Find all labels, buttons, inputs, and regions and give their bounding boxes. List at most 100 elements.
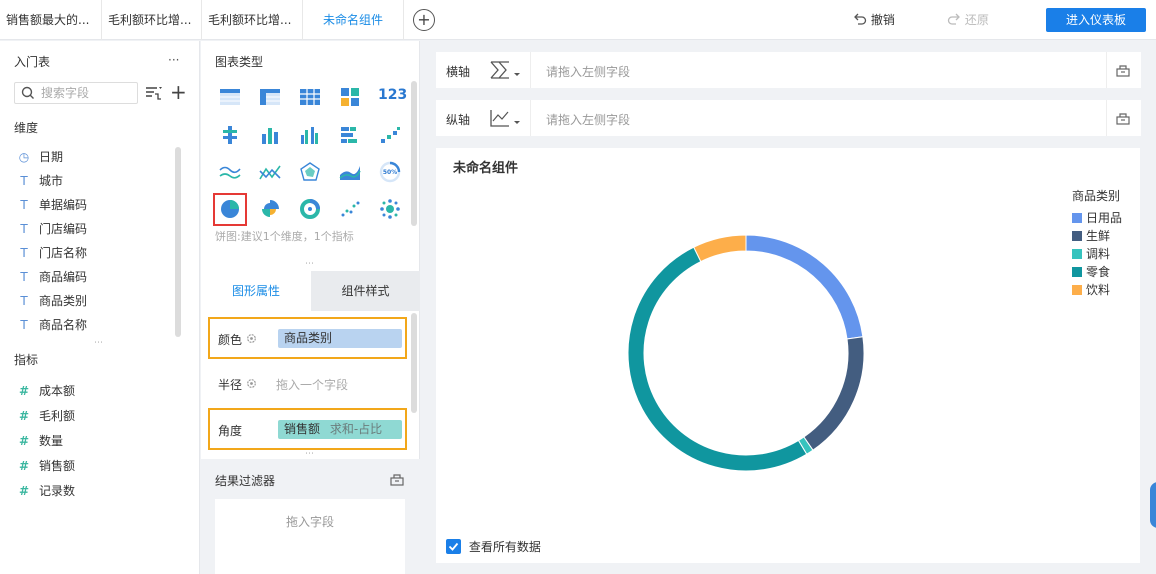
props-scrollbar[interactable] (411, 313, 417, 413)
number-type-icon: # (18, 384, 30, 398)
filter-drop-zone[interactable]: 拖入字段 (215, 499, 405, 574)
gauge-icon[interactable]: 50% (379, 161, 401, 183)
area-chart-icon[interactable] (339, 161, 361, 183)
field-label: 单据编码 (39, 198, 88, 212)
split-handle[interactable]: ⋯ (305, 450, 314, 459)
y-axis-type-icon[interactable] (489, 108, 523, 128)
undo-icon (854, 13, 867, 25)
color-property-row[interactable]: 颜色 商品类别 (208, 317, 407, 359)
color-field-pill[interactable]: 商品类别 (278, 329, 402, 348)
x-axis-row[interactable]: 横轴 请拖入左侧字段 (436, 52, 1141, 88)
grouped-bar-icon[interactable] (299, 124, 321, 146)
filter-setting-icon[interactable] (390, 472, 404, 486)
field-sales[interactable]: # 销售额 (16, 456, 75, 476)
redo-label: 还原 (964, 13, 989, 27)
add-tab-button[interactable]: + (413, 9, 435, 31)
split-handle[interactable]: ⋯ (94, 339, 103, 348)
y-axis-setting-icon[interactable] (1116, 111, 1130, 125)
field-product-code[interactable]: T 商品编码 (16, 267, 87, 287)
angle-label: 角度 (218, 424, 243, 438)
tab-unnamed-component[interactable]: 未命名组件 (303, 0, 404, 40)
radar-chart-icon[interactable] (299, 161, 321, 183)
color-table-icon[interactable] (339, 86, 361, 108)
undo-label: 撤销 (870, 13, 895, 27)
field-record-count[interactable]: # 记录数 (16, 481, 75, 501)
floating-assistant-button[interactable] (1150, 482, 1156, 528)
color-label: 颜色 (218, 333, 243, 347)
legend-item[interactable]: 日用品 (1072, 209, 1122, 227)
divider (530, 52, 531, 88)
dimension-scrollbar[interactable] (175, 147, 181, 337)
x-axis-type-icon[interactable] (489, 60, 523, 80)
redo-button[interactable]: 还原 (947, 0, 989, 40)
field-store-code[interactable]: T 门店编码 (16, 219, 87, 239)
bar-chart-icon[interactable] (259, 124, 281, 146)
undo-button[interactable]: 撤销 (853, 0, 895, 40)
settings-gear-icon[interactable] (246, 378, 257, 389)
kpi-icon[interactable]: 123 (378, 87, 407, 109)
rose-pie-icon[interactable] (259, 198, 281, 220)
field-product-category[interactable]: T 商品类别 (16, 291, 87, 311)
donut-slice-4[interactable] (627, 246, 808, 472)
line-chart-icon[interactable] (219, 161, 241, 183)
legend-item[interactable]: 调料 (1072, 245, 1122, 263)
donut-slice-5[interactable] (693, 234, 747, 263)
field-quantity[interactable]: # 数量 (16, 431, 63, 451)
donut-chart-icon[interactable] (299, 198, 321, 220)
number-type-icon: # (18, 434, 30, 448)
search-icon (21, 86, 34, 99)
tab-component-style[interactable]: 组件样式 (311, 271, 420, 311)
filter-section: 结果过滤器 拖入字段 (201, 459, 420, 574)
table-chart-icon[interactable] (219, 86, 241, 108)
waterfall-icon[interactable] (379, 124, 401, 146)
chart-type-scrollbar[interactable] (411, 81, 417, 226)
field-product-name[interactable]: T 商品名称 (16, 315, 87, 335)
stacked-bar-icon[interactable] (219, 124, 241, 146)
cross-table-icon[interactable] (259, 86, 281, 108)
field-settings-icon[interactable] (145, 85, 163, 101)
legend-swatch (1072, 231, 1082, 241)
field-gross-profit[interactable]: # 毛利额 (16, 406, 75, 426)
detail-table-icon[interactable] (299, 86, 321, 108)
view-all-data-checkbox[interactable]: 查看所有数据 (446, 538, 541, 556)
field-cost[interactable]: # 成本额 (16, 381, 75, 401)
field-store-name[interactable]: T 门店名称 (16, 243, 87, 263)
field-date[interactable]: ◷ 日期 (16, 147, 63, 167)
search-input[interactable]: 搜索字段 (14, 82, 138, 104)
field-label: 毛利额 (39, 409, 76, 423)
legend-item[interactable]: 生鲜 (1072, 227, 1122, 245)
settings-gear-icon[interactable] (246, 333, 257, 344)
field-label: 商品类别 (39, 294, 88, 308)
angle-field-pill[interactable]: 销售额 求和-占比 (278, 420, 402, 439)
angle-property-row[interactable]: 角度 销售额 求和-占比 (208, 408, 407, 450)
text-type-icon: T (20, 198, 28, 212)
text-type-icon: T (20, 222, 28, 236)
legend: 日用品 生鲜 调料零食饮料 (1072, 209, 1122, 299)
polyline-chart-icon[interactable] (259, 161, 281, 183)
field-doc-code[interactable]: T 单据编码 (16, 195, 87, 215)
tab-gross-profit-mom-1[interactable]: 毛利额环比增... (102, 0, 202, 40)
pie-chart-icon[interactable] (219, 198, 241, 220)
legend-item[interactable]: 零食 (1072, 263, 1122, 281)
legend-item[interactable]: 饮料 (1072, 281, 1122, 299)
more-menu-button[interactable]: ··· (168, 53, 179, 67)
horizontal-bar-icon[interactable] (339, 124, 361, 146)
donut-slice-1[interactable] (745, 234, 864, 340)
tab-sales-max[interactable]: 销售额最大的... (0, 0, 102, 40)
number-type-icon: # (18, 459, 30, 473)
scatter-chart-icon[interactable] (339, 198, 361, 220)
tab-graphic-props[interactable]: 图形属性 (201, 271, 311, 311)
tab-gross-profit-mom-2[interactable]: 毛利额环比增... (202, 0, 303, 40)
field-label: 商品编码 (39, 270, 88, 284)
y-axis-row[interactable]: 纵轴 请拖入左侧字段 (436, 100, 1141, 136)
add-field-button[interactable]: + (170, 81, 187, 103)
x-axis-setting-icon[interactable] (1116, 63, 1130, 77)
field-city[interactable]: T 城市 (16, 171, 63, 191)
donut-slice-2[interactable] (803, 336, 865, 451)
enter-dashboard-button[interactable]: 进入仪表板 (1046, 8, 1146, 32)
radius-property-row[interactable]: 半径 拖入一个字段 (208, 364, 407, 404)
text-type-icon: T (20, 270, 28, 284)
split-handle[interactable]: ⋯ (305, 260, 314, 269)
bubble-chart-icon[interactable] (379, 198, 401, 220)
legend-label: 零食 (1086, 265, 1111, 279)
